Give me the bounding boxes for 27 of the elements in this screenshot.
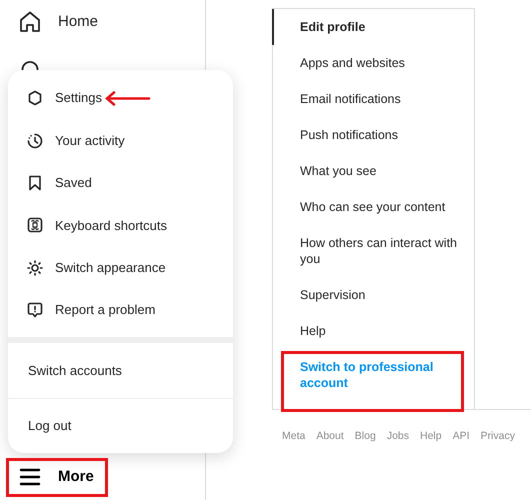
settings-nav-item[interactable]: Apps and websites bbox=[272, 45, 474, 81]
sun-icon bbox=[27, 260, 43, 276]
command-key-icon bbox=[27, 217, 43, 234]
menu-item[interactable]: Log out bbox=[8, 398, 233, 453]
settings-nav-item[interactable]: Push notifications bbox=[272, 117, 474, 153]
menu-item[interactable]: Keyboard shortcuts bbox=[8, 204, 233, 247]
search-icon bbox=[20, 60, 40, 70]
sidebar-item[interactable]: Home bbox=[14, 7, 102, 37]
annotation-arrow bbox=[104, 91, 151, 106]
speech-bubble-icon bbox=[27, 302, 43, 318]
settings-nav-item[interactable]: Edit profile bbox=[272, 9, 474, 45]
menu-item[interactable]: Your activity bbox=[8, 119, 233, 162]
settings-nav-item[interactable]: Help bbox=[272, 313, 474, 349]
settings-nav-item[interactable]: How others can interact with you bbox=[272, 225, 474, 277]
clock-icon bbox=[27, 132, 43, 149]
menu-item[interactable]: Report a problem bbox=[8, 288, 233, 332]
menu-item[interactable]: Saved bbox=[8, 162, 233, 204]
bookmark-icon bbox=[27, 174, 43, 191]
settings-nav-item[interactable]: Email notifications bbox=[272, 81, 474, 117]
settings-nav-item[interactable]: Supervision bbox=[272, 277, 474, 313]
settings-nav-item[interactable]: What you see bbox=[272, 153, 474, 189]
settings-nav-item[interactable]: Who can see your content bbox=[272, 189, 474, 225]
menu-item[interactable]: Switch accounts bbox=[8, 343, 233, 398]
sidebar-item[interactable]: More bbox=[14, 462, 98, 492]
menu-item[interactable]: Switch appearance bbox=[8, 246, 233, 289]
home-icon bbox=[18, 10, 42, 34]
menu-item[interactable]: Settings bbox=[8, 77, 233, 120]
